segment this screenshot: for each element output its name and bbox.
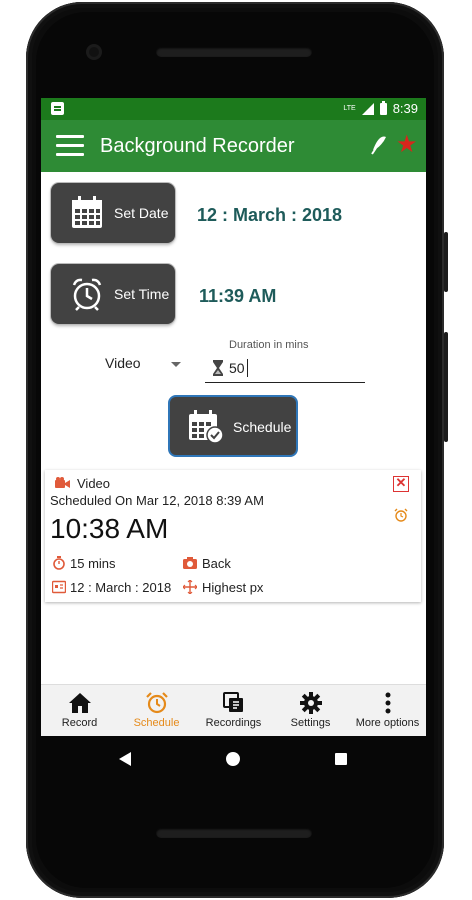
recordings-icon: [223, 692, 243, 712]
star-icon[interactable]: ★: [396, 130, 418, 159]
back-icon[interactable]: [119, 752, 131, 766]
duration-input[interactable]: 50: [205, 354, 365, 383]
more-vert-icon: [385, 692, 391, 714]
nav-settings-label: Settings: [290, 717, 331, 729]
status-indicators: LTE 8:39: [343, 100, 418, 116]
calendar-icon: [72, 196, 102, 228]
alarm-clock-icon[interactable]: [394, 508, 408, 522]
duration-value: 50: [229, 360, 245, 376]
set-time-button[interactable]: Set Time: [51, 264, 175, 324]
set-date-label: Set Date: [114, 205, 169, 221]
video-camera-icon: [55, 477, 70, 488]
nav-schedule[interactable]: Schedule: [118, 685, 195, 736]
nav-settings[interactable]: Settings: [272, 685, 349, 736]
gear-icon: [300, 692, 322, 714]
scheduled-item-date: 12 : March : 2018: [70, 580, 172, 595]
scheduled-item-time: 10:38 AM: [50, 513, 169, 544]
app-bar: Background Recorder ★: [41, 120, 426, 172]
camera-icon: [183, 557, 197, 569]
selected-time: 11:39 AM: [199, 286, 277, 306]
calendar-check-icon: [189, 410, 224, 444]
notification-icon: [51, 102, 64, 115]
duration-label: Duration in mins: [229, 339, 309, 351]
recent-apps-icon[interactable]: [335, 753, 347, 765]
schedule-button[interactable]: Schedule: [168, 395, 298, 457]
scheduled-on-text: Scheduled On Mar 12, 2018 8:39 AM: [50, 493, 264, 508]
nav-recordings[interactable]: Recordings: [195, 685, 272, 736]
app-screen: LTE 8:39 Background Recorder ★ Set Date …: [41, 98, 426, 736]
nav-recordings-label: Recordings: [205, 717, 262, 729]
top-speaker: [156, 47, 312, 57]
resolution-icon: [183, 580, 197, 594]
selected-date: 12 : March : 2018: [197, 205, 343, 225]
status-bar: LTE 8:39: [41, 98, 426, 120]
system-navigation-bar: [41, 736, 426, 782]
text-cursor: [247, 359, 248, 377]
scheduled-item-resolution: Highest px: [202, 580, 264, 595]
volume-button: [444, 332, 448, 442]
app-title: Background Recorder: [100, 135, 295, 157]
home-circle-icon[interactable]: [226, 752, 240, 766]
hourglass-icon: [213, 360, 223, 376]
battery-icon: [379, 100, 387, 115]
nav-schedule-label: Schedule: [133, 717, 180, 729]
set-date-button[interactable]: Set Date: [51, 183, 175, 243]
scheduled-item-type: Video: [77, 476, 111, 491]
media-type-dropdown[interactable]: Video: [91, 351, 191, 377]
power-button: [444, 232, 448, 292]
home-icon: [69, 693, 91, 713]
nav-record-label: Record: [61, 717, 98, 729]
menu-icon[interactable]: [56, 135, 84, 157]
pen-icon[interactable]: [370, 134, 388, 156]
bottom-navigation: Record Schedule Recordings Settings More…: [41, 684, 426, 736]
schedule-button-label: Schedule: [233, 419, 292, 435]
front-camera: [86, 44, 102, 60]
alarm-clock-icon: [146, 692, 168, 714]
stopwatch-icon: [53, 556, 65, 570]
set-time-label: Set Time: [114, 286, 170, 302]
scheduled-item-camera: Back: [202, 556, 231, 571]
bottom-speaker: [156, 828, 312, 838]
delete-schedule-button[interactable]: ✕: [393, 476, 409, 492]
scheduled-item-card[interactable]: Video Scheduled On Mar 12, 2018 8:39 AM …: [45, 470, 421, 602]
chevron-down-icon: [171, 362, 181, 367]
nav-more-options[interactable]: More options: [349, 685, 426, 736]
network-type: LTE: [343, 105, 356, 112]
alarm-clock-icon: [72, 278, 102, 311]
date-badge-icon: [52, 580, 66, 594]
media-type-value: Video: [105, 355, 141, 371]
nav-record[interactable]: Record: [41, 685, 118, 736]
status-time: 8:39: [392, 101, 418, 116]
signal-icon: [361, 102, 374, 115]
scheduled-item-duration: 15 mins: [70, 556, 116, 571]
nav-more-options-label: More options: [355, 717, 420, 729]
